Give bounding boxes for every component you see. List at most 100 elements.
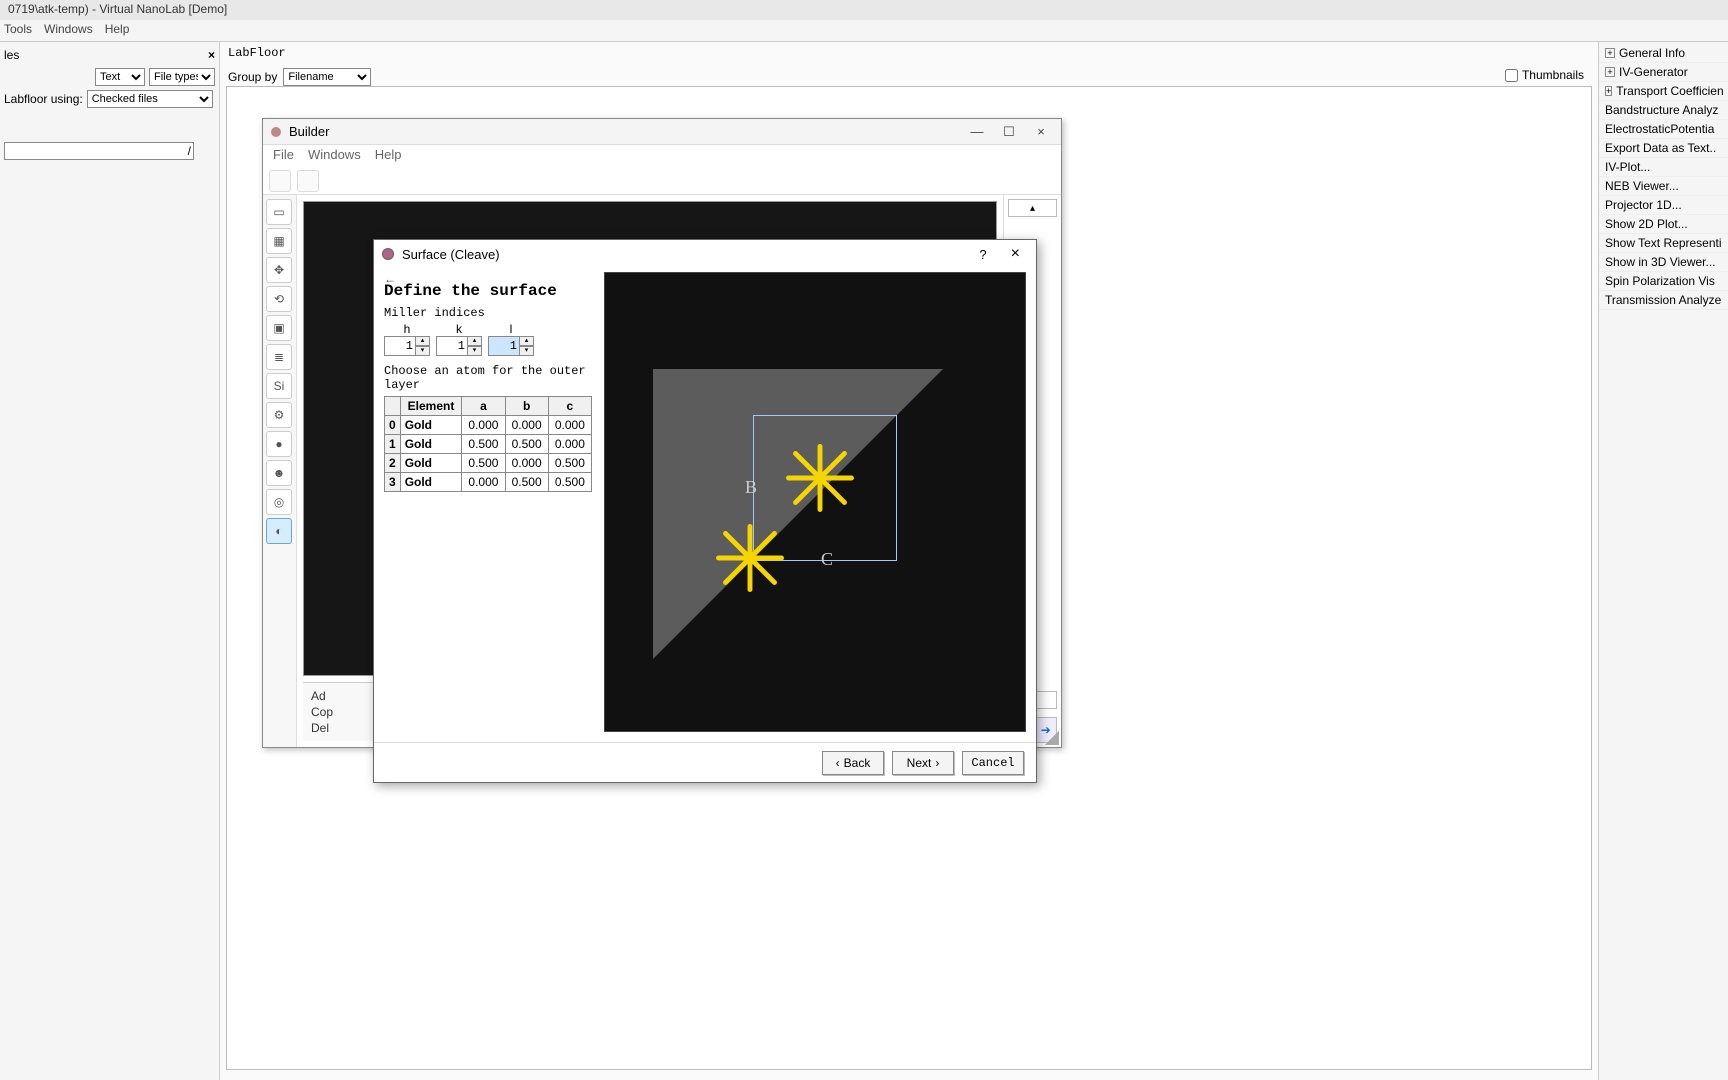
- sidebar-item[interactable]: Transmission Analyze: [1599, 291, 1728, 310]
- left-panel-header: les: [4, 48, 19, 62]
- chevron-right-icon: ›: [935, 756, 939, 770]
- cancel-button[interactable]: Cancel: [962, 751, 1024, 775]
- sidebar-item-label: General Info: [1619, 46, 1685, 60]
- filetypes-combo[interactable]: File types: [149, 68, 215, 86]
- miller-k-input[interactable]: [436, 336, 468, 356]
- sidebar-item[interactable]: Show 2D Plot...: [1599, 215, 1728, 234]
- spin-up-icon[interactable]: ▴: [416, 336, 430, 346]
- main-menubar: Tools Windows Help: [0, 20, 1728, 42]
- tool-ghost-icon[interactable]: ☻: [266, 460, 292, 486]
- tool-rotate-icon[interactable]: ⟲: [266, 286, 292, 312]
- sidebar-item-label: Export Data as Text..: [1605, 141, 1716, 155]
- col-b: b: [505, 397, 548, 416]
- sidebar-item-label: IV-Generator: [1619, 65, 1688, 79]
- surface-heading: Define the surface: [384, 282, 596, 300]
- toolbar-icon-1[interactable]: [269, 170, 291, 192]
- labfloor-using-label: Labfloor using:: [4, 92, 83, 106]
- expand-icon[interactable]: +: [1605, 67, 1615, 77]
- right-panel: + General Info + IV-Generator +Transport Coe…: [1598, 42, 1728, 1080]
- tool-lattice-icon[interactable]: ▦: [266, 228, 292, 254]
- toolbar-icon-2[interactable]: [297, 170, 319, 192]
- text-combo[interactable]: Text: [95, 68, 145, 86]
- center-area: LabFloor Group by Filename Thumbnails Bu…: [220, 42, 1598, 1080]
- table-row[interactable]: 2Gold0.5000.0000.500: [385, 454, 592, 473]
- sidebar-item[interactable]: + General Info: [1599, 44, 1728, 63]
- sidebar-item-label: Transmission Analyze: [1605, 293, 1721, 307]
- table-row[interactable]: 1Gold0.5000.5000.000: [385, 435, 592, 454]
- tool-layers-icon[interactable]: ≣: [266, 344, 292, 370]
- surface-dialog: Surface (Cleave) ? × ← Define the surfac…: [373, 239, 1037, 783]
- sidebar-item-label: IV-Plot...: [1605, 160, 1650, 174]
- sidebar-item[interactable]: Bandstructure Analyz: [1599, 101, 1728, 120]
- sidebar-item[interactable]: Show Text Representi: [1599, 234, 1728, 253]
- help-icon[interactable]: ?: [971, 247, 994, 262]
- atom-star-icon: [785, 443, 855, 513]
- left-panel: les × Text File types Labfloor using: Ch…: [0, 42, 220, 1080]
- menu-help[interactable]: Help: [105, 22, 130, 39]
- atom-star-icon: [715, 523, 785, 593]
- sidebar-item[interactable]: +Transport Coefficien: [1599, 82, 1728, 101]
- chevron-left-icon: ‹: [836, 756, 840, 770]
- choose-atom-label: Choose an atom for the outer layer: [384, 364, 596, 392]
- sidebar-item[interactable]: Spin Polarization Vis: [1599, 272, 1728, 291]
- builder-menu-help[interactable]: Help: [375, 147, 402, 165]
- sidebar-item[interactable]: Show in 3D Viewer...: [1599, 253, 1728, 272]
- path-input[interactable]: /: [4, 142, 194, 160]
- axis-c-label: C: [821, 549, 833, 570]
- sidebar-item-label: Projector 1D...: [1605, 198, 1682, 212]
- tool-move-icon[interactable]: ✥: [266, 257, 292, 283]
- sidebar-item[interactable]: Export Data as Text..: [1599, 139, 1728, 158]
- menu-tools[interactable]: Tools: [4, 22, 32, 39]
- tool-select-icon[interactable]: ▭: [266, 199, 292, 225]
- table-row[interactable]: 0Gold0.0000.0000.000: [385, 416, 592, 435]
- expand-icon[interactable]: +: [1605, 48, 1615, 58]
- expand-icon[interactable]: +: [1605, 86, 1612, 96]
- tool-strip: ▭ ▦ ✥ ⟲ ▣ ≣ Si ⚙ ● ☻ ◎ ◐: [263, 195, 297, 747]
- minimize-icon[interactable]: —: [965, 124, 989, 139]
- spin-up-icon[interactable]: ▴: [520, 336, 534, 346]
- sidebar-item[interactable]: + IV-Generator: [1599, 63, 1728, 82]
- sidebar-item[interactable]: Projector 1D...: [1599, 196, 1728, 215]
- menu-windows[interactable]: Windows: [44, 22, 93, 39]
- maximize-icon[interactable]: ☐: [997, 124, 1021, 140]
- miller-k-label: k: [456, 322, 462, 336]
- surface-preview[interactable]: B C: [604, 272, 1026, 732]
- sidebar-item-label: Spin Polarization Vis: [1605, 274, 1715, 288]
- tool-gear-icon[interactable]: ⚙: [266, 402, 292, 428]
- builder-icon: [271, 127, 281, 137]
- back-button[interactable]: ‹Back: [822, 751, 884, 775]
- sidebar-item[interactable]: NEB Viewer...: [1599, 177, 1728, 196]
- next-button[interactable]: Next›: [892, 751, 954, 775]
- labfloor-using-combo[interactable]: Checked files: [87, 90, 213, 108]
- sidebar-item[interactable]: ElectrostaticPotentia: [1599, 120, 1728, 139]
- spin-down-icon[interactable]: ▾: [416, 346, 430, 356]
- spin-down-icon[interactable]: ▾: [520, 346, 534, 356]
- builder-menu-windows[interactable]: Windows: [308, 147, 361, 165]
- tool-atom-icon[interactable]: ●: [266, 431, 292, 457]
- resize-grip-icon[interactable]: [1045, 731, 1059, 745]
- builder-window: Builder — ☐ × File Windows Help ▭ ▦ ✥ ⟲: [262, 118, 1062, 748]
- close-icon[interactable]: ×: [1029, 124, 1053, 139]
- tool-box-icon[interactable]: ▣: [266, 315, 292, 341]
- sidebar-item[interactable]: IV-Plot...: [1599, 158, 1728, 177]
- spin-up-icon[interactable]: ▴: [468, 336, 482, 346]
- tool-surface-icon[interactable]: ◐: [266, 518, 292, 544]
- groupby-combo[interactable]: Filename: [283, 68, 371, 86]
- app-titlebar: 0719\atk-temp) - Virtual NanoLab [Demo]: [0, 0, 1728, 20]
- atom-table[interactable]: Element a b c 0Gold0.0000.0000.000 1Gold…: [384, 396, 592, 492]
- builder-menu-file[interactable]: File: [273, 147, 294, 165]
- tool-ring-icon[interactable]: ◎: [266, 489, 292, 515]
- tool-si-icon[interactable]: Si: [266, 373, 292, 399]
- miller-l-input[interactable]: [488, 336, 520, 356]
- thumbnails-checkbox[interactable]: [1505, 69, 1518, 82]
- scroll-up-icon[interactable]: ▴: [1008, 199, 1057, 217]
- sidebar-item-label: ElectrostaticPotentia: [1605, 122, 1714, 136]
- close-icon[interactable]: ×: [1003, 245, 1028, 263]
- miller-label: Miller indices: [384, 306, 596, 320]
- spin-down-icon[interactable]: ▾: [468, 346, 482, 356]
- close-icon[interactable]: ×: [208, 48, 215, 62]
- table-row[interactable]: 3Gold0.0000.5000.500: [385, 473, 592, 492]
- miller-h-label: h: [404, 322, 411, 336]
- sidebar-item-label: Show in 3D Viewer...: [1605, 255, 1716, 269]
- miller-h-input[interactable]: [384, 336, 416, 356]
